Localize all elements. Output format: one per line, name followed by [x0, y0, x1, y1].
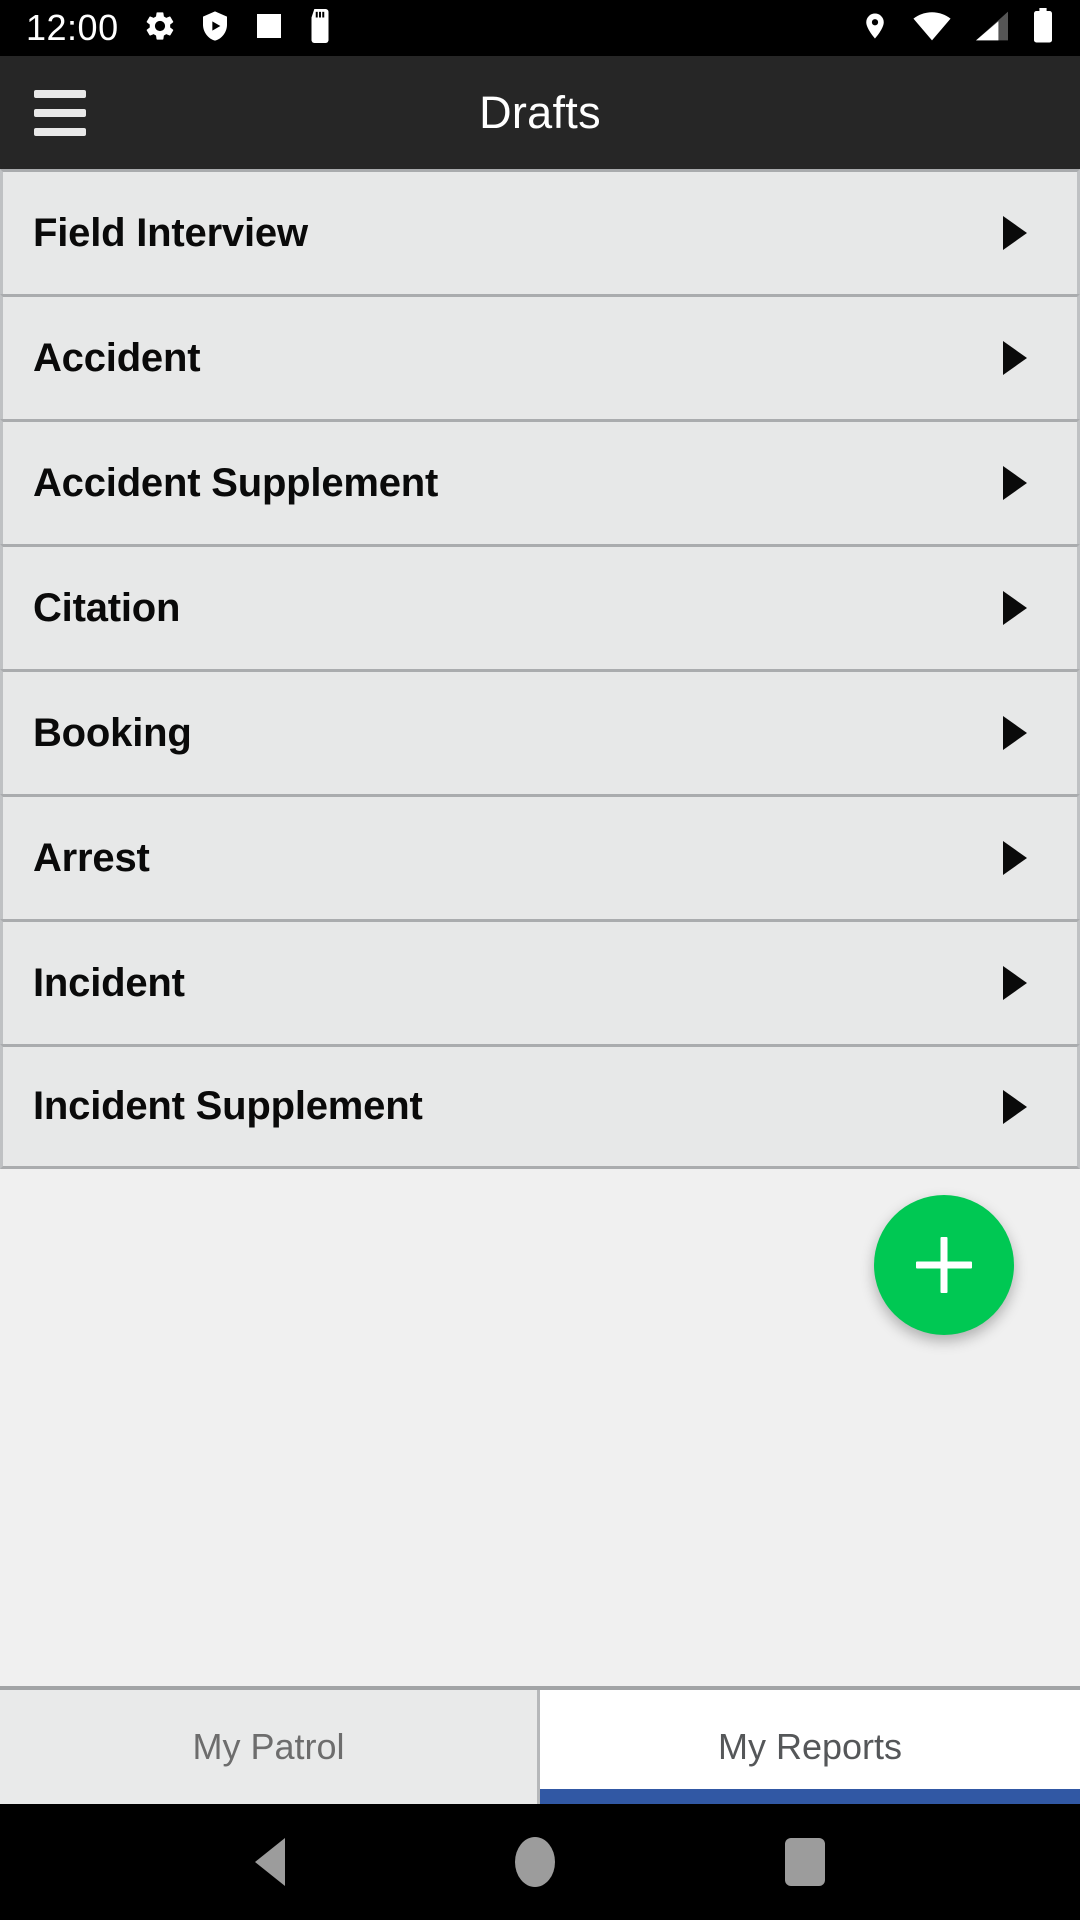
page-title: Drafts — [479, 86, 601, 138]
wifi-icon — [912, 10, 952, 47]
add-draft-fab[interactable] — [874, 1195, 1014, 1335]
chevron-right-icon — [1003, 716, 1027, 750]
phone-screen: 12:00 Drafts Field Interview Accident Ac… — [0, 0, 1080, 1920]
tab-my-reports[interactable]: My Reports — [540, 1690, 1080, 1804]
bottom-tab-bar: My Patrol My Reports — [0, 1686, 1080, 1804]
back-triangle-icon[interactable] — [255, 1838, 285, 1886]
android-nav-bar — [0, 1804, 1080, 1920]
list-item-label: Incident Supplement — [33, 1084, 423, 1128]
tab-my-patrol[interactable]: My Patrol — [0, 1690, 540, 1804]
hamburger-bar-1 — [34, 89, 86, 98]
list-item-label: Accident — [33, 335, 201, 380]
status-bar: 12:00 — [0, 0, 1080, 56]
list-item[interactable]: Booking — [0, 669, 1080, 794]
list-item-label: Accident Supplement — [33, 460, 439, 505]
list-item-label: Field Interview — [33, 210, 308, 255]
tab-my-patrol-label: My Patrol — [192, 1726, 345, 1767]
drafts-list-area: Field Interview Accident Accident Suppleme… — [0, 169, 1080, 1686]
drafts-list: Field Interview Accident Accident Suppleme… — [0, 169, 1080, 1169]
list-item-label: Booking — [33, 710, 192, 755]
chevron-right-icon — [1003, 216, 1027, 250]
battery-icon — [1032, 7, 1054, 49]
app-bar: Drafts — [0, 56, 1080, 169]
hamburger-menu-icon[interactable] — [34, 89, 86, 136]
recents-square-icon[interactable] — [785, 1838, 825, 1886]
list-item[interactable]: Incident Supplement — [0, 1044, 1080, 1169]
hamburger-bar-2 — [34, 108, 86, 117]
location-pin-icon — [860, 8, 890, 49]
status-left-icons — [143, 8, 333, 48]
shield-play-icon — [199, 9, 231, 48]
home-circle-icon[interactable] — [515, 1837, 555, 1887]
list-item-label: Citation — [33, 585, 181, 630]
status-right-icons — [860, 7, 1054, 49]
square-icon — [253, 9, 285, 48]
chevron-right-icon — [1003, 591, 1027, 625]
list-item[interactable]: Citation — [0, 544, 1080, 669]
list-item[interactable]: Accident — [0, 294, 1080, 419]
list-item[interactable]: Field Interview — [0, 169, 1080, 294]
list-item[interactable]: Arrest — [0, 794, 1080, 919]
chevron-right-icon — [1003, 841, 1027, 875]
chevron-right-icon — [1003, 341, 1027, 375]
plus-icon — [916, 1237, 972, 1293]
status-clock: 12:00 — [26, 7, 119, 48]
chevron-right-icon — [1003, 966, 1027, 1000]
list-item-label: Arrest — [33, 835, 150, 880]
empty-zone — [0, 1169, 1080, 1686]
list-item-label: Incident — [33, 960, 185, 1005]
sd-card-icon — [307, 8, 333, 48]
hamburger-bar-3 — [34, 127, 86, 136]
gear-icon — [143, 9, 177, 48]
chevron-right-icon — [1003, 1089, 1027, 1124]
tab-my-reports-label: My Reports — [717, 1726, 903, 1767]
cellular-signal-icon — [974, 10, 1010, 47]
list-item[interactable]: Accident Supplement — [0, 419, 1080, 544]
chevron-right-icon — [1003, 466, 1027, 500]
list-item[interactable]: Incident — [0, 919, 1080, 1044]
